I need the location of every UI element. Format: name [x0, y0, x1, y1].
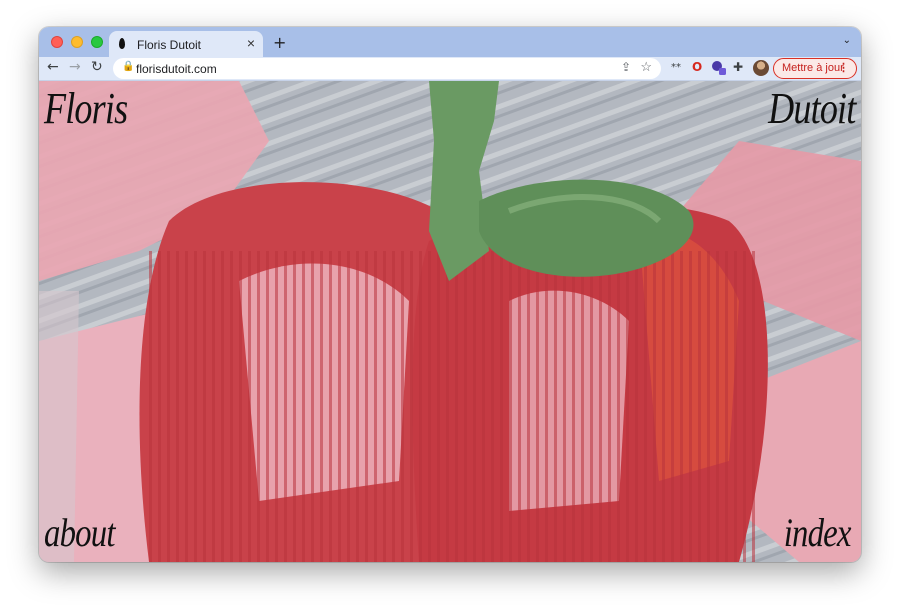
brand-first-name: Floris	[44, 84, 128, 133]
nav-link-about[interactable]: about	[44, 509, 115, 556]
minimize-window-button[interactable]	[71, 36, 83, 48]
brand-last-name: Dutoit	[767, 84, 856, 133]
extensions-puzzle-icon[interactable]: ✚	[733, 60, 743, 74]
tab-title: Floris Dutoit	[137, 38, 202, 52]
page-content: Floris Dutoit about index	[39, 81, 861, 562]
address-bar[interactable]: 🔒 florisdutoit.com ⇪ ☆	[113, 58, 661, 79]
reload-button[interactable]: ↻	[91, 59, 103, 75]
password-extension-icon[interactable]: **	[671, 62, 681, 73]
nav-link-index[interactable]: index	[784, 509, 852, 556]
tab-floris-dutoit[interactable]: Floris Dutoit ×	[109, 31, 263, 57]
opera-extension-icon[interactable]: O	[692, 60, 702, 74]
profile-avatar[interactable]	[753, 60, 769, 76]
tab-search-chevron-icon[interactable]: ⌄	[843, 35, 851, 46]
bookmark-star-icon[interactable]: ☆	[640, 59, 652, 75]
close-window-button[interactable]	[51, 36, 63, 48]
browser-window: Floris Dutoit × + ⌄ ← → ↻ 🔒 florisdutoit…	[39, 27, 861, 562]
update-button-label: Mettre à jour	[782, 62, 844, 74]
translate-extension-icon[interactable]	[711, 60, 727, 76]
window-controls	[51, 36, 103, 48]
maximize-window-button[interactable]	[91, 36, 103, 48]
pepper-painting-background	[39, 81, 861, 562]
forward-button[interactable]: →	[69, 59, 81, 75]
update-button[interactable]: Mettre à jour ⋮	[773, 58, 857, 79]
share-icon[interactable]: ⇪	[621, 60, 631, 74]
url-text[interactable]: florisdutoit.com	[136, 62, 217, 76]
close-tab-icon[interactable]: ×	[247, 35, 255, 51]
lock-icon[interactable]: 🔒	[122, 61, 134, 72]
new-tab-button[interactable]: +	[273, 33, 286, 52]
tab-strip: Floris Dutoit × + ⌄	[39, 27, 861, 57]
more-menu-icon[interactable]: ⋮	[838, 61, 849, 74]
browser-toolbar: ← → ↻ 🔒 florisdutoit.com ⇪ ☆ ** O ✚ Mett…	[39, 57, 861, 81]
back-button[interactable]: ←	[47, 59, 59, 75]
seed-favicon-icon	[119, 38, 125, 49]
